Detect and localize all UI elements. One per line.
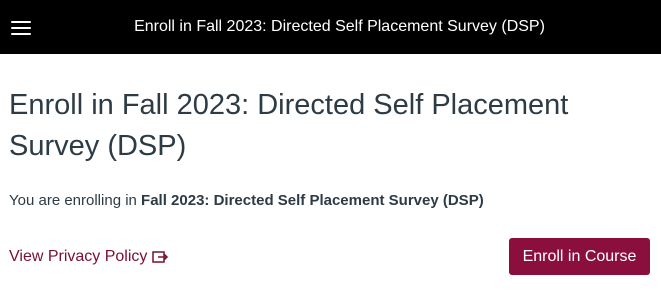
course-name: Fall 2023: Directed Self Placement Surve… <box>141 192 484 209</box>
header-title: Enroll in Fall 2023: Directed Self Place… <box>134 18 545 35</box>
privacy-policy-label: View Privacy Policy <box>9 248 148 265</box>
enroll-in-course-button[interactable]: Enroll in Course <box>509 238 650 275</box>
external-link-icon <box>152 251 169 263</box>
page-title: Enroll in Fall 2023: Directed Self Place… <box>9 89 569 162</box>
top-navigation-bar: Enroll in Fall 2023: Directed Self Place… <box>0 0 661 54</box>
privacy-policy-link[interactable]: View Privacy Policy <box>9 246 169 268</box>
enrolling-prefix: You are enrolling in <box>9 192 142 209</box>
enrolling-message: You are enrolling in Fall 2023: Directed… <box>9 191 484 211</box>
